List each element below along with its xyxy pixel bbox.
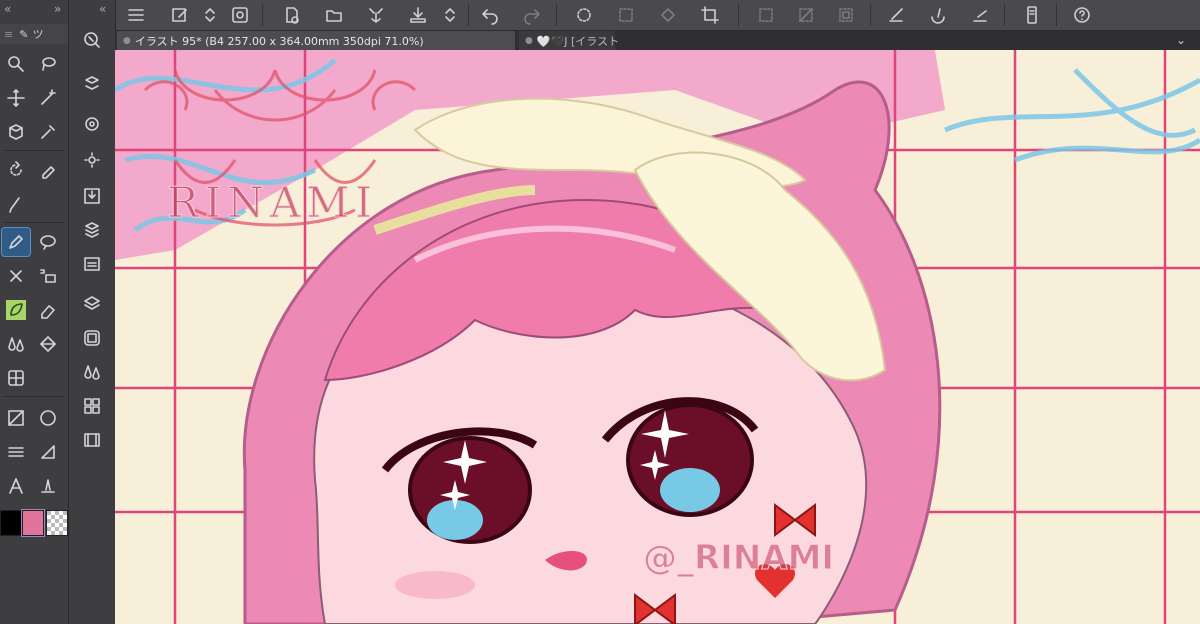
clear-selection-icon[interactable] bbox=[614, 3, 638, 27]
sub-color-swatch[interactable] bbox=[21, 509, 45, 537]
crop-icon[interactable] bbox=[698, 3, 722, 27]
subtool-label: ツ bbox=[32, 28, 44, 41]
ruler-pen-icon[interactable] bbox=[884, 3, 908, 27]
navigator-icon[interactable] bbox=[78, 26, 106, 54]
rotate-icon[interactable] bbox=[2, 156, 30, 184]
marker-icon[interactable] bbox=[34, 156, 62, 184]
move-icon[interactable] bbox=[2, 84, 30, 112]
grip-icon: ≡ bbox=[4, 27, 14, 41]
tab-second-document[interactable]: ● 🤍🖤J [イラスト bbox=[519, 31, 619, 50]
grid-globe-icon[interactable] bbox=[2, 364, 30, 392]
main-color-swatch[interactable] bbox=[0, 510, 22, 536]
open-folder-icon[interactable] bbox=[322, 3, 346, 27]
tab-illustration-95[interactable]: ● イラスト 95* (B4 257.00 x 364.00mm 350dpi … bbox=[117, 31, 515, 50]
invert-selection-icon[interactable] bbox=[754, 3, 778, 27]
eraser-icon[interactable] bbox=[34, 296, 62, 324]
pen-tool-icon[interactable] bbox=[1, 227, 31, 257]
balloon-icon[interactable] bbox=[34, 228, 62, 256]
animation-icon[interactable] bbox=[78, 324, 106, 352]
menu-icon[interactable] bbox=[124, 3, 148, 27]
correct-line-icon[interactable] bbox=[34, 472, 62, 500]
loading-icon[interactable] bbox=[572, 3, 596, 27]
new-file-icon[interactable] bbox=[280, 3, 304, 27]
collapse-right-icon[interactable]: » bbox=[54, 2, 61, 16]
tab-title: イラスト 95* (B4 257.00 x 364.00mm 350dpi 71… bbox=[134, 34, 424, 48]
figure-circle-icon[interactable] bbox=[34, 404, 62, 432]
object-select-icon[interactable] bbox=[2, 118, 30, 146]
tab-title-2: 🤍🖤J [イラスト bbox=[536, 34, 620, 48]
sub-command-bar: « bbox=[69, 0, 116, 624]
airbrush-icon[interactable] bbox=[2, 262, 30, 290]
timeline-icon[interactable] bbox=[78, 426, 106, 454]
color-set-icon[interactable] bbox=[78, 392, 106, 420]
settings-icon[interactable] bbox=[78, 146, 106, 174]
undo-icon[interactable] bbox=[478, 3, 502, 27]
snap-grid-icon[interactable] bbox=[968, 3, 992, 27]
expand-selection-icon[interactable] bbox=[794, 3, 818, 27]
transparent-color-swatch[interactable] bbox=[46, 510, 68, 536]
zoom-icon[interactable] bbox=[2, 50, 30, 78]
collapse-mid-icon[interactable]: « bbox=[99, 2, 106, 16]
sub-view-icon[interactable] bbox=[78, 250, 106, 278]
drawing-canvas[interactable]: RINAMI @_RINAMI bbox=[115, 50, 1200, 624]
brush-size-icon[interactable] bbox=[78, 358, 106, 386]
layer-property-icon[interactable] bbox=[78, 70, 106, 98]
lasso-icon[interactable] bbox=[34, 50, 62, 78]
layers-icon[interactable] bbox=[78, 290, 106, 318]
frame-border-icon[interactable] bbox=[2, 438, 30, 466]
tool-palette: « » ≡ ✎ ツ bbox=[0, 0, 69, 624]
stepper-icon-2[interactable] bbox=[438, 3, 462, 27]
ruler-icon[interactable] bbox=[34, 438, 62, 466]
pen-tab-icon[interactable]: ✎ bbox=[19, 28, 28, 41]
document-tab-bar: ● イラスト 95* (B4 257.00 x 364.00mm 350dpi … bbox=[115, 31, 1200, 50]
tab-dropdown-chevron-icon[interactable]: ⌄ bbox=[1176, 33, 1186, 47]
subtool-header: ≡ ✎ ツ bbox=[0, 24, 68, 44]
spiral-icon[interactable] bbox=[228, 3, 252, 27]
command-bar bbox=[0, 0, 1200, 31]
material-icon[interactable] bbox=[78, 216, 106, 244]
redo-icon[interactable] bbox=[520, 3, 544, 27]
smartphone-icon[interactable] bbox=[1020, 3, 1044, 27]
eyedropper-icon[interactable] bbox=[34, 118, 62, 146]
leaf-brush-icon[interactable] bbox=[2, 296, 30, 324]
collapse-left-icon[interactable]: « bbox=[4, 2, 11, 16]
decoration-icon[interactable] bbox=[34, 262, 62, 290]
export-icon[interactable] bbox=[406, 3, 430, 27]
text-icon[interactable] bbox=[2, 472, 30, 500]
edit-canvas-icon[interactable] bbox=[168, 3, 192, 27]
watermark-logo: RINAMI bbox=[167, 178, 378, 228]
color-wheel-icon[interactable] bbox=[78, 110, 106, 138]
shrink-selection-icon[interactable] bbox=[834, 3, 858, 27]
watermark-handle: @_RINAMI bbox=[642, 538, 835, 579]
brush-pen-icon[interactable] bbox=[2, 190, 30, 218]
sparkle-share-icon[interactable] bbox=[364, 3, 388, 27]
fill-bucket-icon[interactable] bbox=[34, 330, 62, 358]
import-icon[interactable] bbox=[78, 182, 106, 210]
tab-dot-icon-2: ● bbox=[525, 35, 533, 46]
tab-dot-icon: ● bbox=[123, 35, 131, 46]
fill-icon[interactable] bbox=[656, 3, 680, 27]
help-icon[interactable] bbox=[1070, 3, 1094, 27]
magic-wand-icon[interactable] bbox=[34, 84, 62, 112]
blend-icon[interactable] bbox=[2, 330, 30, 358]
gradient-icon[interactable] bbox=[2, 404, 30, 432]
stepper-icon[interactable] bbox=[198, 3, 222, 27]
snap-curve-icon[interactable] bbox=[926, 3, 950, 27]
